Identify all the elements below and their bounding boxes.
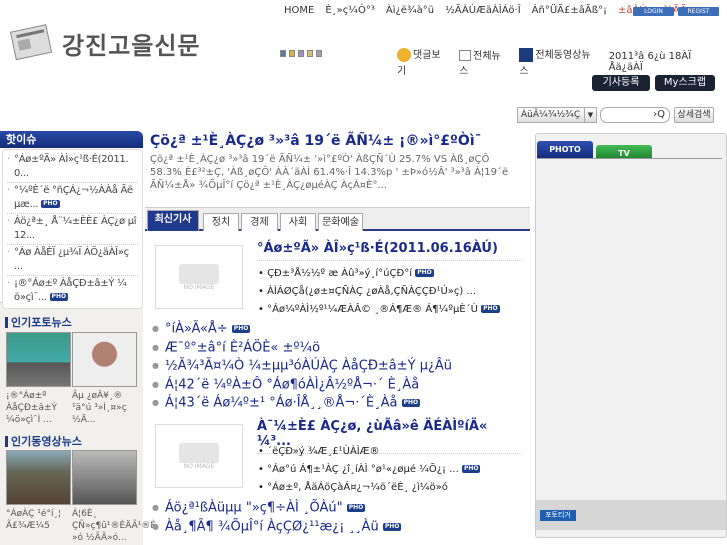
photo-caption[interactable]: Ãµ ¿øÂ¥¸® ¹ä°ú ³»Ì¸¤»ç ½Ä... bbox=[72, 390, 137, 426]
tab-politics[interactable]: 정치 bbox=[203, 213, 239, 231]
photo-badge: PHO bbox=[41, 200, 60, 208]
advanced-search-button[interactable]: 상세검색 bbox=[674, 107, 714, 123]
nav-homepage[interactable]: ½ÃÀÚÆäÀÌÁö·Î bbox=[445, 5, 521, 16]
tab-society[interactable]: 사회 bbox=[280, 213, 316, 231]
photo-badge: PHO bbox=[481, 305, 500, 313]
tab-economy[interactable]: 경제 bbox=[241, 213, 278, 231]
comment-bubble-icon bbox=[397, 48, 411, 62]
photo-caption[interactable]: ¡®°Áø±º ÀåÇÐ±â±Ý ¼ö»çì¯Ì ... bbox=[6, 390, 71, 426]
tab-photo[interactable]: PHOTO bbox=[537, 141, 593, 158]
video-news-header: 인기동영상뉴스 bbox=[5, 436, 82, 447]
list-item[interactable]: Àå¸¶Ã¶ ¾ÕµÎ°í ÀçÇØ¿¹¹æ¿¡ ¸¸Àü PHO bbox=[152, 518, 402, 537]
list-item[interactable]: ¡®°Áø±º ÀåÇÐ±â±Ý ¼ö»çì¯... PHO bbox=[7, 276, 138, 306]
write-article-button[interactable]: 기사등록 bbox=[592, 75, 650, 91]
register-button[interactable]: REGIST bbox=[678, 7, 719, 16]
photo-badge: PHO bbox=[415, 269, 434, 277]
article-list: °íÀ»Ã«Å÷ PHO Æ¯º°±â°í È²ÁÖÈ« ±º¼ö ½Ã¾³Ã¤… bbox=[152, 320, 452, 413]
video-icon bbox=[519, 48, 534, 62]
tab-tv[interactable]: TV bbox=[596, 145, 652, 158]
photo-badge: PHO bbox=[231, 325, 251, 333]
hot-issue-header: 핫이슈 bbox=[0, 131, 143, 148]
tab-culture[interactable]: 문화예술 bbox=[318, 213, 363, 231]
theme-color-2[interactable] bbox=[289, 50, 295, 57]
list-item[interactable]: Áö¿ª¹ßÀüµµ "»ç¶÷ÀÌ ¸ÕÀú" PHO bbox=[152, 499, 401, 518]
tab-latest[interactable]: 최신기사 bbox=[147, 210, 199, 231]
photo-thumbnail[interactable] bbox=[72, 332, 137, 387]
list-item[interactable]: ÇÐ±³Å½½º æ Àû³»ý¸í°úÇÐ°í PHO bbox=[258, 265, 500, 283]
my-scrap-button[interactable]: My스크랩 bbox=[655, 75, 715, 91]
media-panel bbox=[535, 133, 727, 538]
top-story-summary: Çö¿ª ±¹È¸ÀÇ¿ø ³»³â 19´ë ÃÑ¼± '»ì°£ºÒ' Àß… bbox=[150, 154, 509, 191]
nav-about[interactable]: È¸»ç¼Ò°³ bbox=[325, 5, 375, 16]
article-sub-list: ´ëÇÐ»ý ¾Æ¸£¹ÙÀÌÆ® °Áø°ú Á¶±¹ÀÇ ¿î¸íÀÌ °ø… bbox=[258, 443, 481, 497]
photo-news-header: 인기포토뉴스 bbox=[5, 317, 72, 328]
list-item[interactable]: Á¦43´ë Áø¼º±¹ °Áø·ÎÅ¸¸®Å¬·´È¸Àå PHO bbox=[152, 394, 452, 413]
photo-badge: PHO bbox=[382, 522, 402, 531]
video-caption[interactable]: Á¦6È¸ ÇÑ»ç¶û¹®ÈÄÃ¹®È »ó ½ÃÃ»ó... bbox=[72, 508, 156, 544]
all-video-link[interactable]: 전체동영상뉴스 bbox=[519, 46, 598, 77]
newspaper-logo-icon bbox=[10, 24, 53, 60]
list-item[interactable]: °Áø¼ºÀÌ½º¹¼ÆÀÂ© ¸®Á¶Æ® Á¶¼ºµÈ´Ù PHO bbox=[258, 301, 500, 319]
article-sub-list: ÇÐ±³Å½½º æ Àû³»ý¸í°úÇÐ°í PHO ÀÌÁØÇå(¿ø±¤… bbox=[258, 265, 500, 319]
no-image-placeholder: NO IMAGE bbox=[155, 424, 243, 488]
nav-bookmark[interactable]: Áñ°ÜÃ£±âÃß°¡ bbox=[532, 5, 607, 16]
list-item[interactable]: °Áø ÀåÈÏ ¿µ¾Ï ÁÖ¿äÀÎ»ç ... bbox=[7, 245, 138, 276]
top-nav: HOME È¸»ç¼Ò°³ Àì¿ë¾à°ü ½ÃÀÚÆäÀÌÁö·Î Áñ°Ü… bbox=[284, 5, 693, 16]
theme-color-3[interactable] bbox=[298, 50, 304, 57]
nav-home[interactable]: HOME bbox=[284, 5, 314, 16]
theme-color-1[interactable] bbox=[280, 50, 286, 57]
nav-terms[interactable]: Àì¿ë¾à°ü bbox=[386, 5, 434, 16]
photo-badge: PHO bbox=[346, 504, 366, 512]
video-caption[interactable]: °ÁøÀÇ ¹é°í¸¦ Ã£¾Æ¼5 bbox=[6, 508, 71, 532]
tab-divider bbox=[537, 158, 722, 159]
list-item[interactable]: °Áø±º, ÅäÁöÇàÁ¤¿¬¼ö´ëÈ¸ ¿ì¼ö»ó bbox=[258, 479, 480, 497]
chevron-down-icon: ▼ bbox=[584, 108, 596, 122]
search-scope-select[interactable]: ÀüÃ¼¾½¾Ç ▼ bbox=[517, 107, 597, 123]
article-title[interactable]: °Áø±ºÃ» ÀÎ»ç¹ß·É(2011.06.16ÀÚ) bbox=[257, 241, 522, 261]
theme-color-4[interactable] bbox=[307, 50, 313, 57]
video-thumbnail[interactable] bbox=[6, 450, 71, 505]
list-item[interactable]: Á¦42´ë ¼ºÀ±Ô °Áø¶óÀÌ¿Â½ºÅ¬·´ È¸Àå bbox=[152, 376, 452, 395]
no-image-placeholder: NO IMAGE bbox=[155, 245, 243, 309]
list-item[interactable]: °íÀ»Ã«Å÷ PHO bbox=[152, 320, 452, 339]
list-item[interactable]: °Áø±ºÃ» ÀÌ»ç¹ß·É(2011.0... bbox=[7, 152, 138, 183]
photo-ticker-button[interactable]: 포토티거 bbox=[540, 510, 576, 521]
list-item[interactable]: ÀÌÁØÇå(¿ø±¤ÇÑÀÇ ¿øÀå,ÇÑÀÇÇÐ¹Ú»ç) ... bbox=[258, 283, 500, 301]
list-item[interactable]: ½Ã¾³Ã¤¼Ò ¼±µµ³óÀÚÀÇ ÀåÇÐ±â±Ý µ¿Âü bbox=[152, 357, 452, 376]
list-item[interactable]: °Áø°ú Á¶±¹ÀÇ ¿î¸íÀÌ °ø¹«¿øµé ¼Õ¿¡ ... PH… bbox=[258, 461, 481, 479]
search-input[interactable]: ›Q bbox=[600, 107, 670, 123]
list-item[interactable]: Áö¿ª±¸ Å¨¼±ÈÈ£ ÀÇ¿ø µî 12... bbox=[7, 214, 138, 245]
list-item[interactable]: ´ëÇÐ»ý ¾Æ¸£¹ÙÀÌÆ® bbox=[258, 443, 480, 461]
article-list: Áö¿ª¹ßÀüµµ "»ç¶÷ÀÌ ¸ÕÀú" PHO Àå¸¶Ã¶ ¾ÕµÎ… bbox=[152, 499, 402, 537]
photo-badge: PHO bbox=[49, 293, 69, 301]
date-text: 2011³â 6¿ù 18ÀÏ Åä¿äÀÏ bbox=[608, 50, 692, 73]
top-story-headline[interactable]: Çö¿ª ±¹È¸ÀÇ¿ø ³»³â 19´ë ÃÑ¼± ¡®»ì°£ºÒì¯ bbox=[150, 133, 482, 149]
list-item[interactable]: Æ¯º°±â°í È²ÁÖÈ« ±º¼ö bbox=[152, 339, 452, 358]
site-title[interactable]: 강진고을신문 bbox=[62, 26, 200, 61]
news-icon bbox=[459, 50, 472, 61]
hot-issue-list: °Áø±ºÃ» ÀÌ»ç¹ß·É(2011.0... °¼ºÈ´ë °ñÇÁ¿¬… bbox=[2, 149, 143, 309]
photo-thumbnail[interactable] bbox=[6, 332, 71, 387]
theme-color-5[interactable] bbox=[316, 50, 322, 57]
photo-badge: PHO bbox=[461, 465, 481, 473]
search-icon: ›Q bbox=[653, 109, 665, 120]
video-thumbnail[interactable] bbox=[72, 450, 137, 505]
login-button[interactable]: LOGIN bbox=[633, 7, 674, 16]
photo-badge: PHO bbox=[401, 399, 421, 407]
comments-link[interactable]: 댓글보기 bbox=[397, 46, 449, 77]
all-news-link[interactable]: 전체뉴스 bbox=[459, 47, 509, 77]
list-item[interactable]: °¼ºÈ´ë °ñÇÁ¿¬½ÀÀå Ãëµæ... PHO bbox=[7, 183, 138, 214]
